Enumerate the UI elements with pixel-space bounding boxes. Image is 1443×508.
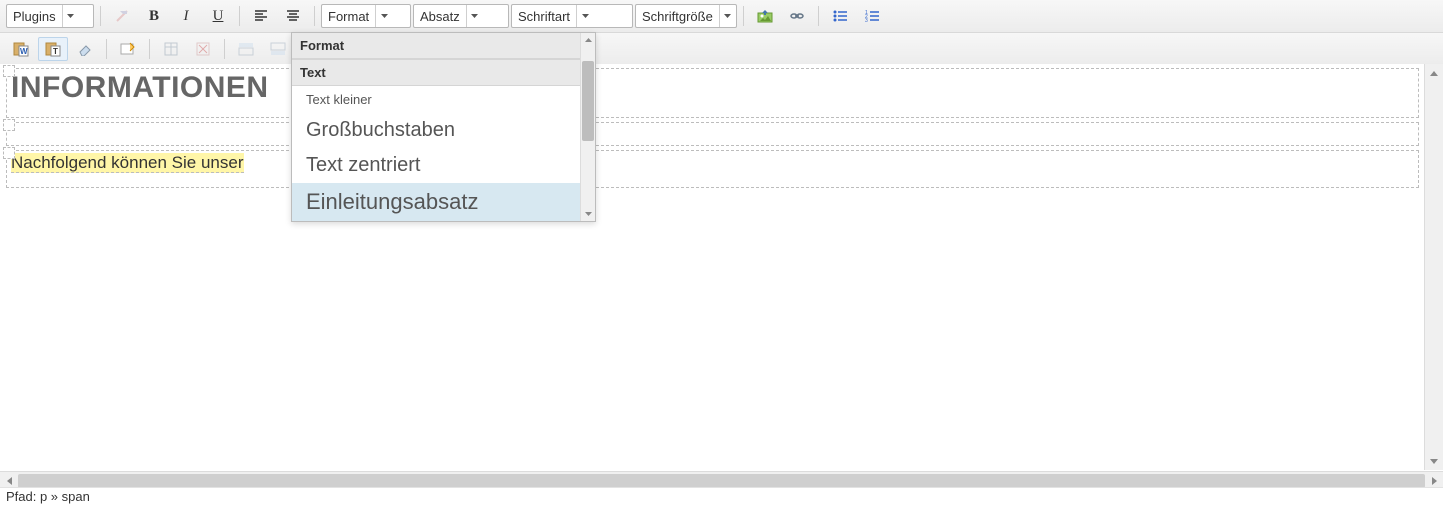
insert-image-button[interactable]: [750, 4, 780, 28]
separator: [106, 39, 107, 59]
svg-text:W: W: [20, 47, 28, 56]
format-menu-header: Format: [292, 33, 595, 59]
font-family-dropdown[interactable]: Schriftart: [511, 4, 633, 28]
separator: [239, 6, 240, 26]
format-dropdown-label: Format: [322, 9, 375, 24]
block-handle-icon[interactable]: [3, 147, 15, 159]
separator: [224, 39, 225, 59]
bold-icon: B: [149, 8, 159, 25]
status-path: Pfad: p » span: [6, 489, 90, 504]
horizontal-scrollbar-thumb[interactable]: [18, 474, 1425, 488]
chevron-down-icon: [576, 5, 593, 27]
menu-scrollbar-track[interactable]: [580, 33, 595, 221]
align-center-button[interactable]: [278, 4, 308, 28]
eraser-button[interactable]: [70, 37, 100, 61]
table-button[interactable]: [156, 37, 186, 61]
separator: [100, 6, 101, 26]
chevron-down-icon: [719, 5, 736, 27]
editor-canvas[interactable]: INFORMATIONEN Nachfolgend können Sie uns…: [0, 64, 1425, 470]
paragraph-dropdown[interactable]: Absatz: [413, 4, 509, 28]
highlighted-text: Nachfolgend können Sie unser: [11, 153, 244, 173]
chevron-down-icon: [375, 5, 392, 27]
row-before-button[interactable]: [231, 37, 261, 61]
toolbar-row-2: W T: [0, 33, 1443, 66]
heading-block[interactable]: INFORMATIONEN: [6, 68, 1419, 118]
italic-icon: I: [184, 8, 189, 25]
editor-window: Plugins B I U Format Absatz Schriftart S…: [0, 0, 1443, 508]
scroll-up-icon[interactable]: [1425, 64, 1443, 82]
format-menu: Format Text Text kleiner Großbuchstaben …: [291, 32, 596, 222]
paragraph-dropdown-label: Absatz: [414, 9, 466, 24]
insert-link-button[interactable]: [782, 4, 812, 28]
paragraph-block[interactable]: Nachfolgend können Sie unser: [6, 150, 1419, 188]
edit-html-button[interactable]: [113, 37, 143, 61]
ordered-list-button[interactable]: 123: [857, 4, 887, 28]
chevron-down-icon: [62, 5, 79, 27]
separator: [818, 6, 819, 26]
plugins-dropdown[interactable]: Plugins: [6, 4, 94, 28]
table-delete-button[interactable]: [188, 37, 218, 61]
toolbar-row-1: Plugins B I U Format Absatz Schriftart S…: [0, 0, 1443, 33]
heading-text: INFORMATIONEN: [11, 71, 269, 104]
italic-button[interactable]: I: [171, 4, 201, 28]
clear-format-button[interactable]: [107, 4, 137, 28]
bold-button[interactable]: B: [139, 4, 169, 28]
underline-icon: U: [213, 8, 224, 25]
scroll-up-icon[interactable]: [581, 33, 595, 47]
separator: [743, 6, 744, 26]
font-size-dropdown-label: Schriftgröße: [636, 9, 719, 24]
font-family-dropdown-label: Schriftart: [512, 9, 576, 24]
underline-button[interactable]: U: [203, 4, 233, 28]
format-menu-item[interactable]: Text kleiner: [292, 86, 595, 113]
svg-text:3: 3: [865, 18, 868, 23]
separator: [314, 6, 315, 26]
canvas-vertical-scrollbar[interactable]: [1424, 64, 1443, 470]
paste-text-button[interactable]: T: [38, 37, 68, 61]
block-handle-icon[interactable]: [3, 65, 15, 77]
block-handle-icon[interactable]: [3, 119, 15, 131]
align-left-button[interactable]: [246, 4, 276, 28]
status-bar: Pfad: p » span: [0, 487, 1443, 508]
format-menu-item[interactable]: Text zentriert: [292, 148, 595, 183]
paste-word-button[interactable]: W: [6, 37, 36, 61]
plugins-label: Plugins: [7, 9, 62, 24]
separator: [149, 39, 150, 59]
menu-scrollbar-thumb[interactable]: [582, 61, 594, 141]
unordered-list-button[interactable]: [825, 4, 855, 28]
format-menu-item[interactable]: Einleitungsabsatz: [292, 183, 595, 221]
spacer-block[interactable]: [6, 122, 1419, 146]
chevron-down-icon: [466, 5, 483, 27]
format-menu-subheader: Text: [292, 59, 595, 86]
scroll-down-icon[interactable]: [1425, 452, 1443, 470]
font-size-dropdown[interactable]: Schriftgröße: [635, 4, 737, 28]
format-dropdown[interactable]: Format: [321, 4, 411, 28]
row-after-button[interactable]: [263, 37, 293, 61]
format-menu-item[interactable]: Großbuchstaben: [292, 113, 595, 148]
scroll-down-icon[interactable]: [581, 207, 595, 221]
svg-text:T: T: [53, 47, 58, 56]
